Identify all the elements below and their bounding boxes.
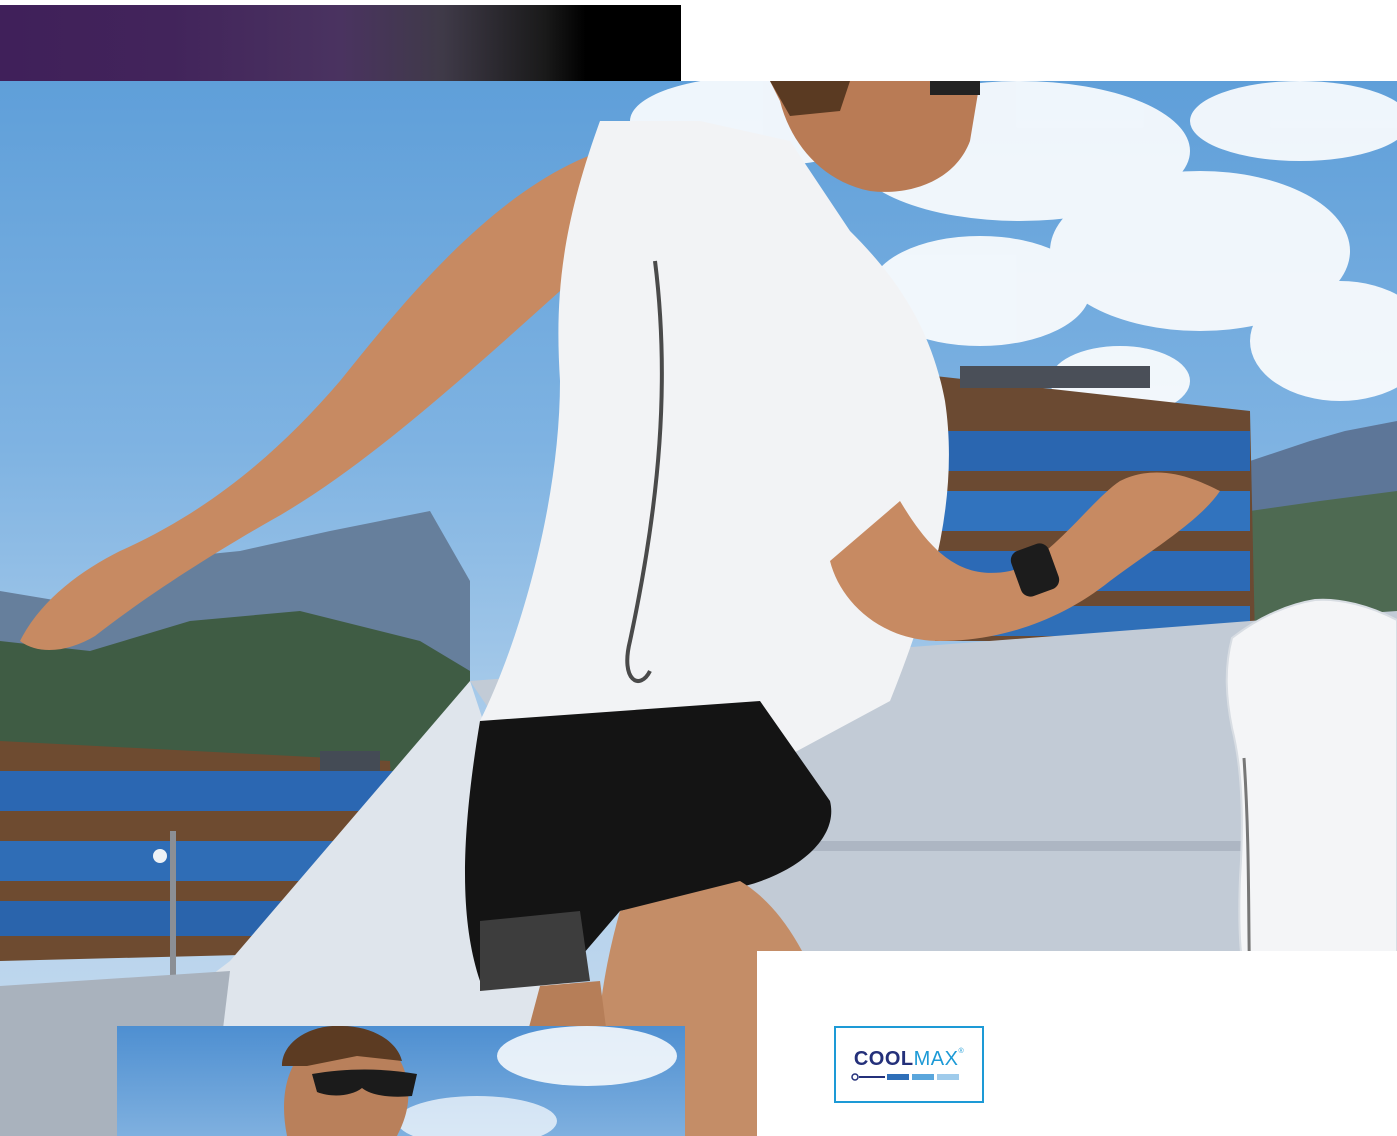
coolmax-word-light: MAX [913,1048,959,1070]
coolmax-wordmark: COOLMAX® [836,1048,982,1071]
coolmax-stripe-icon [851,1073,959,1081]
coolmax-word-strong: COOL [853,1048,914,1070]
page: COOLMAX® [0,0,1397,1136]
inset-photo [117,1026,685,1136]
coolmax-logo: COOLMAX® [834,1026,984,1103]
registered-mark: ® [958,1048,965,1055]
header-gradient-bar [0,5,681,81]
header-band [0,0,1397,81]
product-shirt-image [1220,598,1397,1010]
inset-photo-illustration [282,1026,677,1136]
